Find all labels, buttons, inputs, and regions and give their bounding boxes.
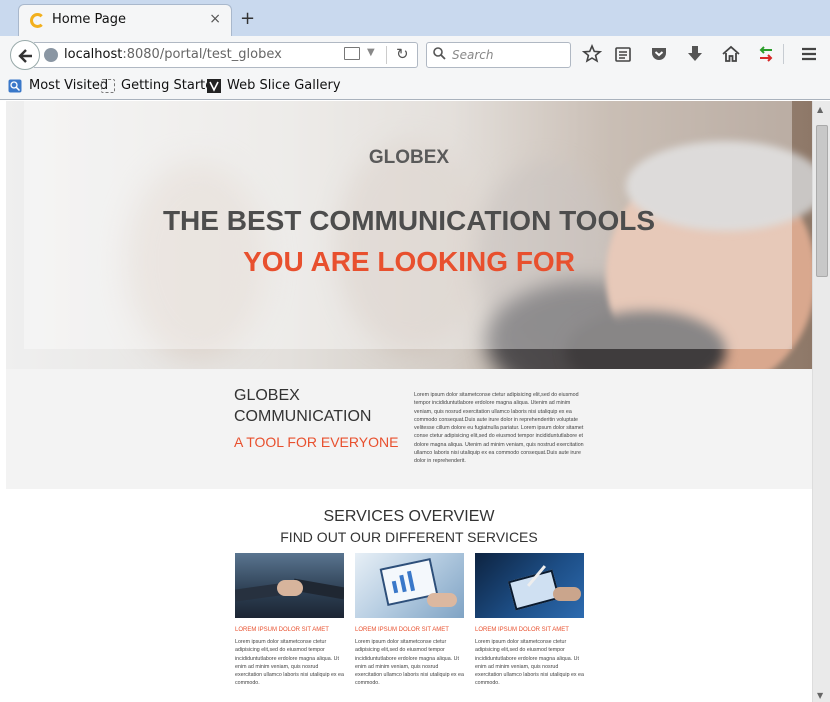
services-title: SERVICES OVERVIEW xyxy=(323,508,495,525)
hero-banner: GLOBEX THE BEST COMMUNICATION TOOLS YOU … xyxy=(6,101,812,369)
tab-close-icon[interactable]: × xyxy=(209,11,221,27)
bookmark-web-slice-gallery[interactable]: Web Slice Gallery xyxy=(227,78,341,93)
service-card-heading: LOREM IPSUM DOLOR SIT AMET xyxy=(355,627,449,633)
tab-title: Home Page xyxy=(52,12,126,27)
service-card-heading: LOREM IPSUM DOLOR SIT AMET xyxy=(475,627,569,633)
reader-view-icon[interactable] xyxy=(344,47,360,60)
hero-headline: THE BEST COMMUNICATION TOOLS xyxy=(162,205,656,236)
url-host: localhost xyxy=(64,47,123,62)
back-button[interactable] xyxy=(10,40,40,70)
about-subtitle: A TOOL FOR EVERYONE xyxy=(234,434,399,450)
vertical-scrollbar[interactable]: ▲ ▼ xyxy=(812,101,830,702)
scrollbar-thumb[interactable] xyxy=(816,125,828,277)
about-body: Lorem ipsum dolor sitametconse ctetur ad… xyxy=(414,392,584,465)
service-card: LOREM IPSUM DOLOR SIT AMET Lorem ipsum d… xyxy=(235,553,344,688)
new-tab-button[interactable]: + xyxy=(240,8,255,29)
url-dropdown-icon[interactable]: ▼ xyxy=(367,47,375,58)
search-icon xyxy=(433,47,446,60)
charts-tablet-image xyxy=(355,553,464,618)
page-viewport: GLOBEX THE BEST COMMUNICATION TOOLS YOU … xyxy=(6,101,812,702)
service-card-heading: LOREM IPSUM DOLOR SIT AMET xyxy=(235,627,329,633)
services-subtitle: FIND OUT OUR DIFFERENT SERVICES xyxy=(280,529,538,545)
globe-icon xyxy=(44,48,58,62)
tab-strip: Home Page × + xyxy=(0,0,830,36)
bookmark-star-icon[interactable] xyxy=(582,44,602,64)
search-box[interactable]: Search xyxy=(426,42,571,68)
web-slice-icon xyxy=(207,79,221,93)
service-card-body: Lorem ipsum dolor sitametconse ctetur ad… xyxy=(355,639,464,687)
url-bar[interactable]: localhost:8080/portal/test_globex ▼ ↻ xyxy=(34,42,418,68)
tab-home-page[interactable]: Home Page × xyxy=(18,4,232,36)
scroll-down-icon[interactable]: ▼ xyxy=(817,691,823,700)
hamburger-menu-icon[interactable] xyxy=(799,44,819,64)
loading-favicon-icon xyxy=(30,13,45,28)
bookmark-most-visited[interactable]: Most Visited xyxy=(29,78,108,93)
tablet-pen-image xyxy=(475,553,584,618)
service-card: LOREM IPSUM DOLOR SIT AMET Lorem ipsum d… xyxy=(475,553,584,688)
hero-tagline: YOU ARE LOOKING FOR xyxy=(243,246,575,277)
hero-brand: GLOBEX xyxy=(368,147,450,168)
download-icon[interactable] xyxy=(685,44,705,64)
toolbar-separator xyxy=(783,44,784,64)
url-separator xyxy=(386,46,387,64)
about-section: GLOBEX COMMUNICATION A TOOL FOR EVERYONE… xyxy=(6,369,812,489)
about-title-line2: COMMUNICATION xyxy=(234,408,372,425)
pocket-icon[interactable] xyxy=(649,44,669,64)
search-placeholder: Search xyxy=(452,48,494,62)
handshake-image xyxy=(235,553,344,618)
bookmarks-toolbar: Most Visited Getting Started Web Slice G… xyxy=(0,72,830,100)
reload-icon[interactable]: ↻ xyxy=(396,45,409,63)
service-card: LOREM IPSUM DOLOR SIT AMET Lorem ipsum d… xyxy=(355,553,464,688)
most-visited-icon xyxy=(8,79,22,93)
service-card-body: Lorem ipsum dolor sitametconse ctetur ad… xyxy=(235,639,344,687)
reading-list-icon[interactable] xyxy=(613,44,633,64)
url-text[interactable]: localhost:8080/portal/test_globex xyxy=(64,47,282,62)
about-title-line1: GLOBEX xyxy=(234,387,300,404)
navigation-toolbar: localhost:8080/portal/test_globex ▼ ↻ Se… xyxy=(0,36,830,72)
home-icon[interactable] xyxy=(721,44,741,64)
service-card-body: Lorem ipsum dolor sitametconse ctetur ad… xyxy=(475,639,584,687)
url-path: :8080/portal/test_globex xyxy=(122,47,282,62)
scroll-up-icon[interactable]: ▲ xyxy=(817,105,823,114)
getting-started-icon xyxy=(101,79,115,93)
sync-arrows-icon[interactable] xyxy=(756,44,776,64)
back-arrow-icon xyxy=(18,49,32,63)
